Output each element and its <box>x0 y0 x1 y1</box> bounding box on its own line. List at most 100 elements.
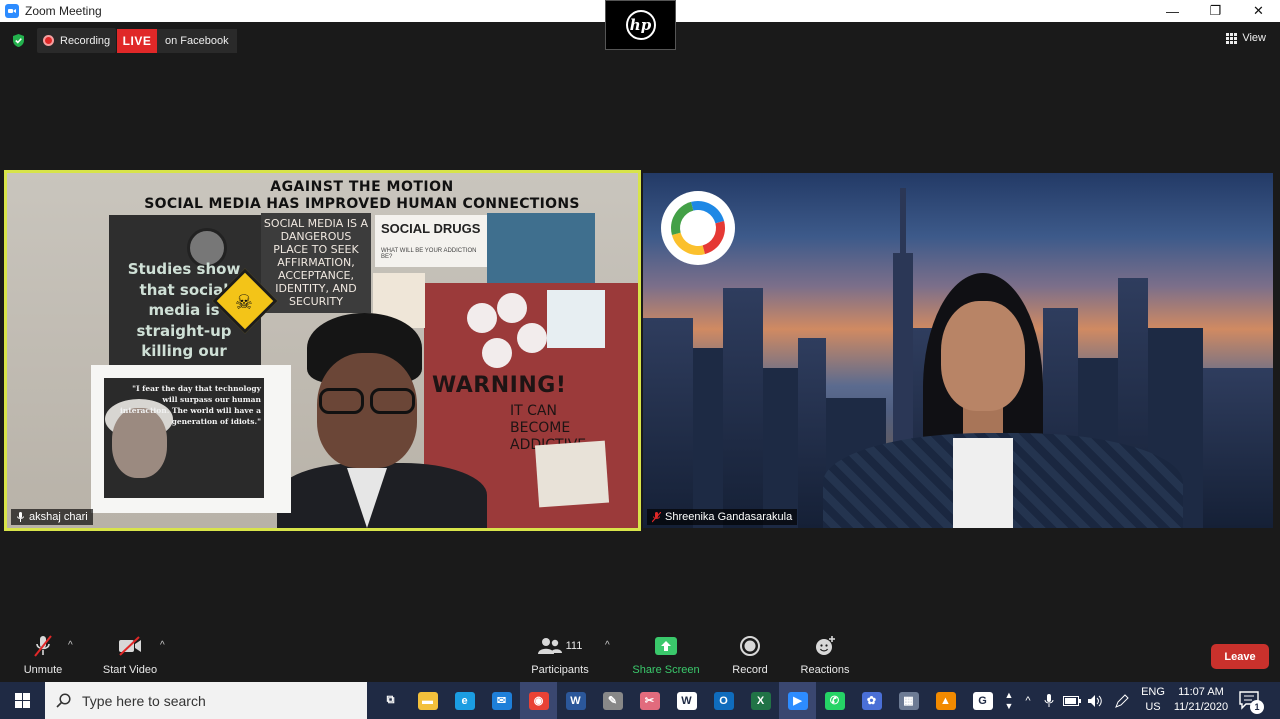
notification-count-badge: 1 <box>1250 700 1264 714</box>
skull-icon: ☠ <box>235 292 253 314</box>
taskbar-app-vlc[interactable]: ▲ <box>927 682 964 719</box>
taskbar-app-pen-app[interactable]: ✎ <box>594 682 631 719</box>
minimize-button[interactable]: — <box>1151 0 1194 22</box>
tray-scroll[interactable]: ▲ ▼ <box>1002 682 1016 719</box>
video-options-caret[interactable]: ^ <box>160 640 165 651</box>
language-indicator[interactable]: ENG US <box>1138 685 1168 715</box>
search-icon <box>56 693 71 708</box>
mail-icon: ✉ <box>491 691 512 710</box>
share-screen-icon <box>655 637 677 655</box>
outlook-icon: O <box>713 691 734 710</box>
video-feed: Studies show that social media is straig… <box>7 173 638 528</box>
poster-small-card <box>534 440 610 508</box>
participant-name-tag: akshaj chari <box>11 509 93 525</box>
participant-name: Shreenika Gandasarakula <box>665 511 793 523</box>
taskbar-clock[interactable]: 11:07 AM 11/21/2020 <box>1167 685 1235 715</box>
share-screen-button[interactable]: Share Screen <box>632 630 700 682</box>
taskbar-app-zoom[interactable]: ▶ <box>779 682 816 719</box>
taskbar-search-box[interactable]: Type here to search <box>45 682 367 719</box>
windows-logo-icon <box>14 693 30 708</box>
quote-text: "I fear the day that technology will sur… <box>120 384 261 426</box>
excel-icon: X <box>750 691 771 710</box>
task-view-icon: ⧉ <box>386 694 395 706</box>
battery-icon[interactable] <box>1062 682 1082 719</box>
g-app-icon: G <box>972 691 993 710</box>
taskbar-app-g-app[interactable]: G <box>964 682 1001 719</box>
recording-indicator[interactable]: Recording <box>37 28 117 53</box>
live-target-label[interactable]: on Facebook <box>157 29 237 53</box>
leave-button[interactable]: Leave <box>1211 644 1269 669</box>
participants-options-caret[interactable]: ^ <box>605 640 610 651</box>
poster-panel-blue <box>487 213 595 285</box>
taskbar-app-w-app[interactable]: W <box>668 682 705 719</box>
poster-drugs-sub: WHAT WILL BE YOUR ADDICTION BE? <box>381 248 477 260</box>
taskbar-app-outlook[interactable]: O <box>705 682 742 719</box>
taskbar-app-calculator[interactable]: ▦ <box>890 682 927 719</box>
pen-app-icon: ✎ <box>602 691 623 710</box>
chrome-icon: ◉ <box>528 691 549 710</box>
language-line1: ENG <box>1141 686 1165 698</box>
vlc-icon: ▲ <box>935 691 956 710</box>
view-label: View <box>1242 32 1266 44</box>
speaker-person <box>277 313 487 528</box>
whatsapp-icon: ✆ <box>824 691 845 710</box>
org-logo-icon <box>661 191 735 265</box>
video-off-icon <box>119 636 141 656</box>
restore-button[interactable]: ❐ <box>1194 0 1237 22</box>
speaking-mic-icon <box>17 511 24 522</box>
taskbar-app-excel[interactable]: X <box>742 682 779 719</box>
poster-title: AGAINST THE MOTION SOCIAL MEDIA HAS IMPR… <box>127 179 597 213</box>
start-button[interactable] <box>0 682 44 719</box>
unmute-label: Unmute <box>23 664 63 676</box>
taskbar-app-snip-app[interactable]: ✂ <box>631 682 668 719</box>
close-button[interactable]: ✕ <box>1237 0 1280 22</box>
participants-count: 111 <box>565 640 583 652</box>
record-icon <box>740 636 760 656</box>
live-badge[interactable]: LIVE <box>117 29 157 53</box>
view-button[interactable]: View <box>1226 32 1266 44</box>
taskbar-app-task-view[interactable]: ⧉ <box>372 682 409 719</box>
encryption-shield-icon[interactable] <box>11 33 26 48</box>
taskbar-app-whatsapp[interactable]: ✆ <box>816 682 853 719</box>
clock-time: 11:07 AM <box>1178 686 1224 698</box>
video-tile-shreenika[interactable]: Shreenika Gandasarakula <box>643 173 1273 528</box>
taskbar-app-mail[interactable]: ✉ <box>483 682 520 719</box>
taskbar-app-settings-app[interactable]: ✿ <box>853 682 890 719</box>
zoom-app-icon <box>5 4 19 18</box>
participants-label: Participants <box>531 664 589 676</box>
language-line2: US <box>1145 701 1161 713</box>
search-placeholder: Type here to search <box>82 692 206 709</box>
pen-workspace-icon[interactable] <box>1112 682 1132 719</box>
poster-social-card <box>547 290 605 348</box>
speaker-person <box>823 273 1183 528</box>
share-screen-label: Share Screen <box>632 664 700 676</box>
poster-title-line2: SOCIAL MEDIA HAS IMPROVED HUMAN CONNECTI… <box>144 196 580 212</box>
microphone-tray-icon[interactable] <box>1040 682 1058 719</box>
participants-button[interactable]: 111 Participants <box>528 630 592 682</box>
reactions-icon <box>816 636 835 655</box>
record-button[interactable]: Record <box>726 630 774 682</box>
mic-muted-icon <box>34 635 52 657</box>
taskbar-app-chrome[interactable]: ◉ <box>520 682 557 719</box>
participant-name: akshaj chari <box>29 511 88 523</box>
start-video-button[interactable]: Start Video <box>98 630 162 682</box>
poster-center-text: SOCIAL MEDIA IS A DANGEROUS PLACE TO SEE… <box>263 217 369 308</box>
video-tile-akshaj[interactable]: Studies show that social media is straig… <box>4 170 641 531</box>
reactions-label: Reactions <box>800 664 850 676</box>
taskbar-app-word[interactable]: W <box>557 682 594 719</box>
audio-options-caret[interactable]: ^ <box>68 640 73 651</box>
grid-view-icon <box>1226 32 1238 44</box>
recording-label: Recording <box>60 34 111 47</box>
show-hidden-icons-chevron-up-icon[interactable]: ^ <box>1020 682 1036 719</box>
volume-icon[interactable] <box>1086 682 1104 719</box>
mic-muted-icon <box>652 511 661 522</box>
unmute-button[interactable]: Unmute <box>18 630 68 682</box>
word-icon: W <box>565 691 586 710</box>
taskbar-app-file-explorer[interactable]: ▬ <box>409 682 446 719</box>
taskbar-app-edge[interactable]: e <box>446 682 483 719</box>
edge-icon: e <box>454 691 475 710</box>
clock-date: 11/21/2020 <box>1173 701 1229 713</box>
snip-app-icon: ✂ <box>639 691 660 710</box>
reactions-button[interactable]: Reactions <box>798 630 852 682</box>
record-label: Record <box>732 664 768 676</box>
